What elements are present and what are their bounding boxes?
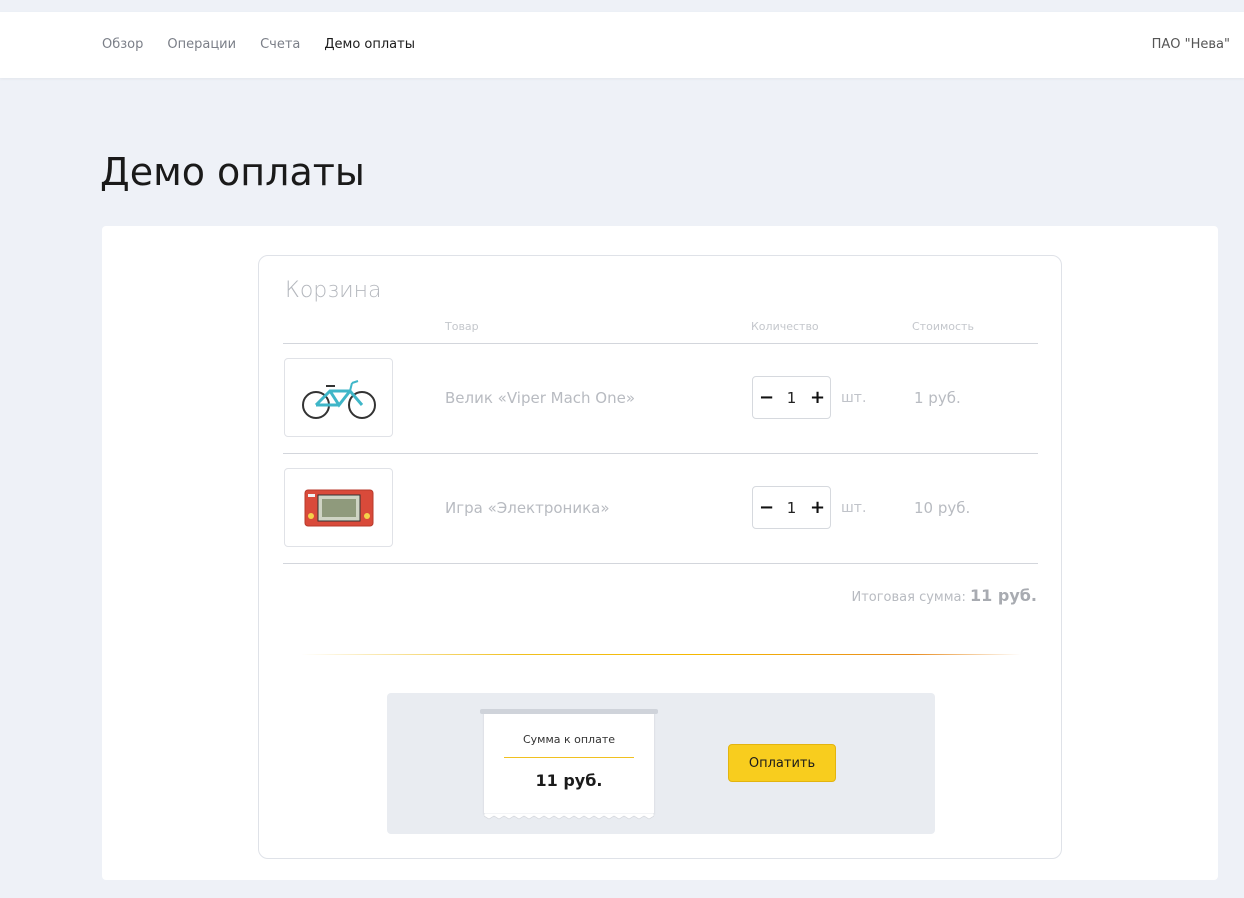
item-price: 1 руб. (914, 389, 961, 407)
total-label: Итоговая сумма: (851, 590, 966, 605)
quantity-unit: шт. (841, 390, 867, 406)
organization-name: ПАО "Нева" (1151, 37, 1230, 52)
handheld-game-image (284, 468, 393, 547)
quantity-unit: шт. (841, 500, 867, 516)
quantity-stepper: − 1 + (752, 376, 831, 419)
increase-quantity-button[interactable]: + (810, 387, 825, 408)
bicycle-image (284, 358, 393, 437)
top-navigation: Обзор Операции Счета Демо оплаты ПАО "Не… (0, 12, 1244, 78)
quantity-value[interactable]: 1 (787, 389, 797, 407)
header-divider (283, 343, 1038, 344)
payment-receipt: Сумма к оплате 11 руб. (480, 709, 658, 820)
quantity-value[interactable]: 1 (787, 499, 797, 517)
cart-card: Корзина Товар Количество Стоимость Велик… (258, 255, 1062, 859)
decrease-quantity-button[interactable]: − (759, 387, 774, 408)
handheld-game-icon (304, 489, 373, 526)
column-header-cost: Стоимость (912, 320, 974, 333)
section-separator (301, 654, 1021, 655)
row-divider (283, 563, 1038, 564)
receipt-torn-edge (484, 813, 654, 820)
page-title: Демо оплаты (100, 150, 365, 194)
receipt-amount: 11 руб. (535, 771, 603, 790)
cart-title: Корзина (285, 278, 382, 303)
item-price: 10 руб. (914, 499, 971, 517)
payment-box: Сумма к оплате 11 руб. Оплатить (387, 693, 935, 834)
column-header-quantity: Количество (751, 320, 819, 333)
decrease-quantity-button[interactable]: − (759, 497, 774, 518)
nav-link-demo-payments[interactable]: Демо оплаты (324, 37, 415, 52)
bicycle-icon (301, 379, 376, 419)
nav-link-overview[interactable]: Обзор (102, 37, 143, 52)
increase-quantity-button[interactable]: + (810, 497, 825, 518)
receipt-label: Сумма к оплате (522, 733, 616, 746)
receipt-divider (504, 757, 634, 758)
quantity-stepper: − 1 + (752, 486, 831, 529)
item-name: Игра «Электроника» (445, 499, 610, 517)
cart-total: Итоговая сумма: 11 руб. (851, 586, 1037, 605)
column-header-item: Товар (445, 320, 479, 333)
nav-links: Обзор Операции Счета Демо оплаты (102, 37, 415, 52)
total-value: 11 руб. (970, 586, 1037, 605)
item-name: Велик «Viper Mach One» (445, 389, 636, 407)
row-divider (283, 453, 1038, 454)
nav-link-operations[interactable]: Операции (167, 37, 236, 52)
nav-link-accounts[interactable]: Счета (260, 37, 300, 52)
pay-button[interactable]: Оплатить (728, 744, 836, 782)
receipt-roll-edge (480, 709, 658, 714)
